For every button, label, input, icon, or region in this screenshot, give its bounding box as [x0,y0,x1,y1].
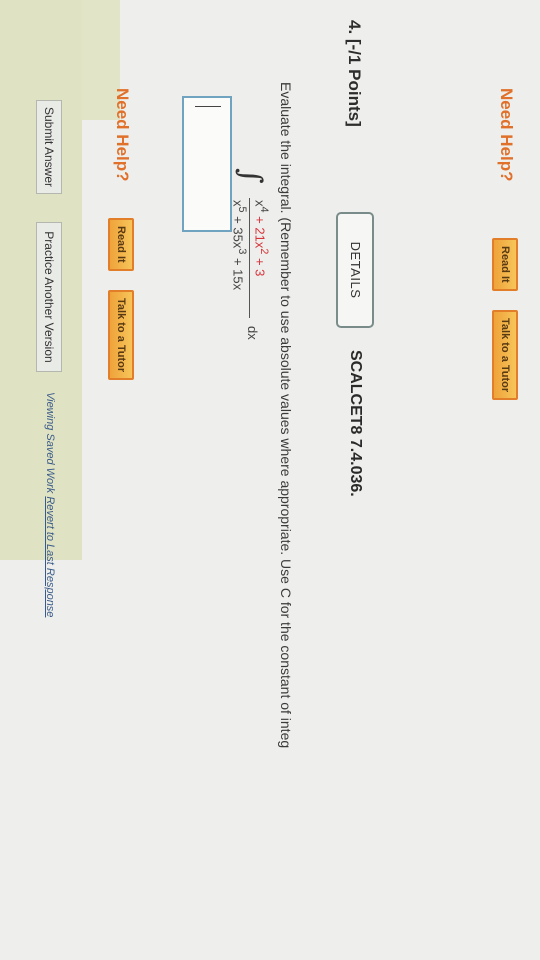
den-term3: + 15x [230,254,246,291]
question-prompt: Evaluate the integral. (Remember to use … [278,82,294,749]
question-source-code: SCALCET8 7.4.036. [347,350,364,497]
num-term3: + 3 [252,254,268,277]
talk-to-tutor-button-bottom[interactable]: Talk to a Tutor [108,290,134,381]
integrand-dx: dx [245,326,260,340]
den-term2: + 35x [230,212,246,249]
fraction-bar [249,198,250,318]
read-it-button-bottom[interactable]: Read It [108,218,134,271]
saved-work-status: Viewing Saved Work Revert to Last Respon… [44,392,56,617]
submit-answer-button[interactable]: Submit Answer [36,100,62,194]
talk-to-tutor-button-top[interactable]: Talk to a Tutor [492,310,518,401]
read-it-button-top[interactable]: Read It [492,238,518,291]
rotated-page: Need Help? Read It Talk to a Tutor 4. [-… [0,0,540,960]
details-button[interactable]: DETAILS [336,212,374,328]
text-caret [195,106,221,107]
num-term2: + 21x [252,212,268,249]
question-number-points: 4. [-/1 Points] [345,20,364,127]
saved-work-text: Viewing Saved Work [44,392,56,497]
integrand-numerator: x4 + 21x2 + 3 [253,200,270,276]
need-help-label-top: Need Help? [497,88,516,182]
practice-another-version-button[interactable]: Practice Another Version [36,222,62,372]
integrand-denominator: x5 + 35x3 + 15x [231,200,248,290]
answer-input[interactable] [182,96,232,232]
revert-link[interactable]: Revert to Last Response [44,496,56,617]
integral-sign: ∫ [233,168,268,184]
need-help-label-bottom: Need Help? [113,88,132,182]
